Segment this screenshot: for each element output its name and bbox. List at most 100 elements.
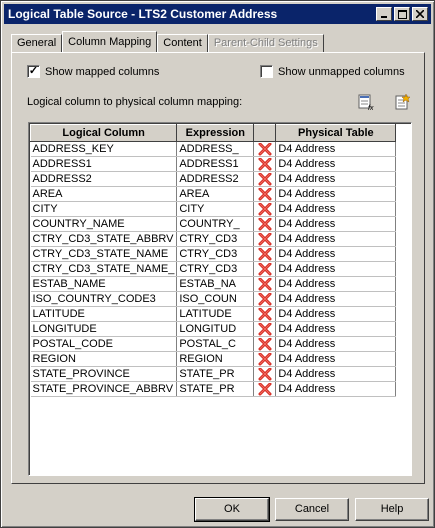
delete-icon[interactable] [258, 172, 272, 186]
physical-table-cell[interactable]: D4 Address [275, 276, 397, 292]
tab-content[interactable]: Content [157, 34, 208, 52]
logical-column-cell[interactable]: STATE_PROVINCE_ABBRV [30, 381, 178, 397]
show-mapped-option[interactable]: ✓ Show mapped columns [27, 65, 159, 78]
delete-cell[interactable] [253, 261, 277, 277]
table-row[interactable]: CTRY_CD3_STATE_NAME_ CTRY_CD3 D4 Address [30, 261, 397, 277]
table-row[interactable]: STATE_PROVINCE_ABBRV STATE_PR D4 Address [30, 381, 397, 397]
delete-cell[interactable] [253, 141, 277, 157]
expression-cell[interactable]: LATITUDE [176, 306, 255, 322]
delete-icon[interactable] [258, 232, 272, 246]
physical-table-cell[interactable]: D4 Address [275, 186, 397, 202]
physical-table-cell[interactable]: D4 Address [275, 366, 397, 382]
show-unmapped-option[interactable]: Show unmapped columns [260, 65, 405, 78]
physical-table-cell[interactable]: D4 Address [275, 351, 397, 367]
expression-cell[interactable]: CTRY_CD3 [176, 261, 255, 277]
logical-column-cell[interactable]: LATITUDE [30, 306, 178, 322]
expression-cell[interactable]: CTRY_CD3 [176, 231, 255, 247]
column-mapping-grid[interactable]: Logical Column Expression Physical Table… [28, 122, 412, 476]
delete-cell[interactable] [253, 156, 277, 172]
table-row[interactable]: CTRY_CD3_STATE_ABBRV CTRY_CD3 D4 Address [30, 231, 397, 247]
table-row[interactable]: CITY CITY D4 Address [30, 201, 397, 217]
table-row[interactable]: ISO_COUNTRY_CODE3 ISO_COUN D4 Address [30, 291, 397, 307]
delete-icon[interactable] [258, 322, 272, 336]
delete-cell[interactable] [253, 336, 277, 352]
expression-cell[interactable]: STATE_PR [176, 381, 255, 397]
delete-cell[interactable] [253, 321, 277, 337]
header-logical-column[interactable]: Logical Column [29, 124, 178, 142]
logical-column-cell[interactable]: ISO_COUNTRY_CODE3 [30, 291, 178, 307]
delete-cell[interactable] [253, 306, 277, 322]
table-row[interactable]: ESTAB_NAME ESTAB_NA D4 Address [30, 276, 397, 292]
delete-cell[interactable] [253, 201, 277, 217]
delete-cell[interactable] [253, 216, 277, 232]
close-button[interactable] [412, 7, 428, 21]
delete-cell[interactable] [253, 186, 277, 202]
table-row[interactable]: ADDRESS_KEY ADDRESS_ D4 Address [30, 141, 397, 157]
physical-table-cell[interactable]: D4 Address [275, 291, 397, 307]
logical-column-cell[interactable]: CITY [30, 201, 178, 217]
physical-table-cell[interactable]: D4 Address [275, 381, 397, 397]
expression-cell[interactable]: ADDRESS2 [176, 171, 255, 187]
expression-cell[interactable]: ESTAB_NA [176, 276, 255, 292]
table-row[interactable]: POSTAL_CODE POSTAL_C D4 Address [30, 336, 397, 352]
delete-cell[interactable] [253, 351, 277, 367]
logical-column-cell[interactable]: CTRY_CD3_STATE_NAME [30, 246, 178, 262]
table-row[interactable]: ADDRESS2 ADDRESS2 D4 Address [30, 171, 397, 187]
physical-table-cell[interactable]: D4 Address [275, 156, 397, 172]
tab-column-mapping[interactable]: Column Mapping [62, 31, 158, 52]
minimize-button[interactable] [376, 7, 392, 21]
table-row[interactable]: ADDRESS1 ADDRESS1 D4 Address [30, 156, 397, 172]
table-row[interactable]: COUNTRY_NAME COUNTRY_ D4 Address [30, 216, 397, 232]
physical-table-cell[interactable]: D4 Address [275, 336, 397, 352]
delete-icon[interactable] [258, 247, 272, 261]
delete-icon[interactable] [258, 382, 272, 396]
table-row[interactable]: REGION REGION D4 Address [30, 351, 397, 367]
physical-table-cell[interactable]: D4 Address [275, 246, 397, 262]
expression-cell[interactable]: LONGITUD [176, 321, 255, 337]
expression-cell[interactable]: COUNTRY_ [176, 216, 255, 232]
delete-cell[interactable] [253, 381, 277, 397]
cancel-button[interactable]: Cancel [275, 498, 349, 521]
expression-cell[interactable]: AREA [176, 186, 255, 202]
logical-column-cell[interactable]: COUNTRY_NAME [30, 216, 178, 232]
delete-cell[interactable] [253, 231, 277, 247]
delete-cell[interactable] [253, 276, 277, 292]
expression-cell[interactable]: REGION [176, 351, 255, 367]
table-row[interactable]: STATE_PROVINCE STATE_PR D4 Address [30, 366, 397, 382]
delete-icon[interactable] [258, 352, 272, 366]
maximize-button[interactable] [394, 7, 410, 21]
table-row[interactable]: LATITUDE LATITUDE D4 Address [30, 306, 397, 322]
delete-icon[interactable] [258, 142, 272, 156]
ok-button[interactable]: OK [194, 497, 270, 522]
logical-column-cell[interactable]: REGION [30, 351, 178, 367]
physical-table-cell[interactable]: D4 Address [275, 261, 397, 277]
physical-table-cell[interactable]: D4 Address [275, 231, 397, 247]
logical-column-cell[interactable]: ADDRESS2 [30, 171, 178, 187]
expression-cell[interactable]: STATE_PR [176, 366, 255, 382]
logical-column-cell[interactable]: LONGITUDE [30, 321, 178, 337]
logical-column-cell[interactable]: ESTAB_NAME [30, 276, 178, 292]
expression-cell[interactable]: ADDRESS1 [176, 156, 255, 172]
physical-table-cell[interactable]: D4 Address [275, 201, 397, 217]
delete-icon[interactable] [258, 277, 272, 291]
logical-column-cell[interactable]: CTRY_CD3_STATE_ABBRV [30, 231, 178, 247]
delete-icon[interactable] [258, 217, 272, 231]
physical-table-cell[interactable]: D4 Address [275, 321, 397, 337]
delete-icon[interactable] [258, 157, 272, 171]
show-mapped-checkbox[interactable]: ✓ [27, 65, 40, 78]
header-delete[interactable] [253, 124, 277, 142]
table-row[interactable]: LONGITUDE LONGITUD D4 Address [30, 321, 397, 337]
delete-icon[interactable] [258, 292, 272, 306]
expression-cell[interactable]: CITY [176, 201, 255, 217]
show-unmapped-checkbox[interactable] [260, 65, 273, 78]
title-bar[interactable]: Logical Table Source - LTS2 Customer Add… [4, 4, 431, 24]
logical-column-cell[interactable]: ADDRESS1 [30, 156, 178, 172]
expression-cell[interactable]: POSTAL_C [176, 336, 255, 352]
delete-cell[interactable] [253, 171, 277, 187]
logical-column-cell[interactable]: AREA [30, 186, 178, 202]
logical-column-cell[interactable]: POSTAL_CODE [30, 336, 178, 352]
physical-table-cell[interactable]: D4 Address [275, 171, 397, 187]
help-button[interactable]: Help [355, 498, 429, 521]
header-expression[interactable]: Expression [176, 124, 255, 142]
delete-icon[interactable] [258, 187, 272, 201]
